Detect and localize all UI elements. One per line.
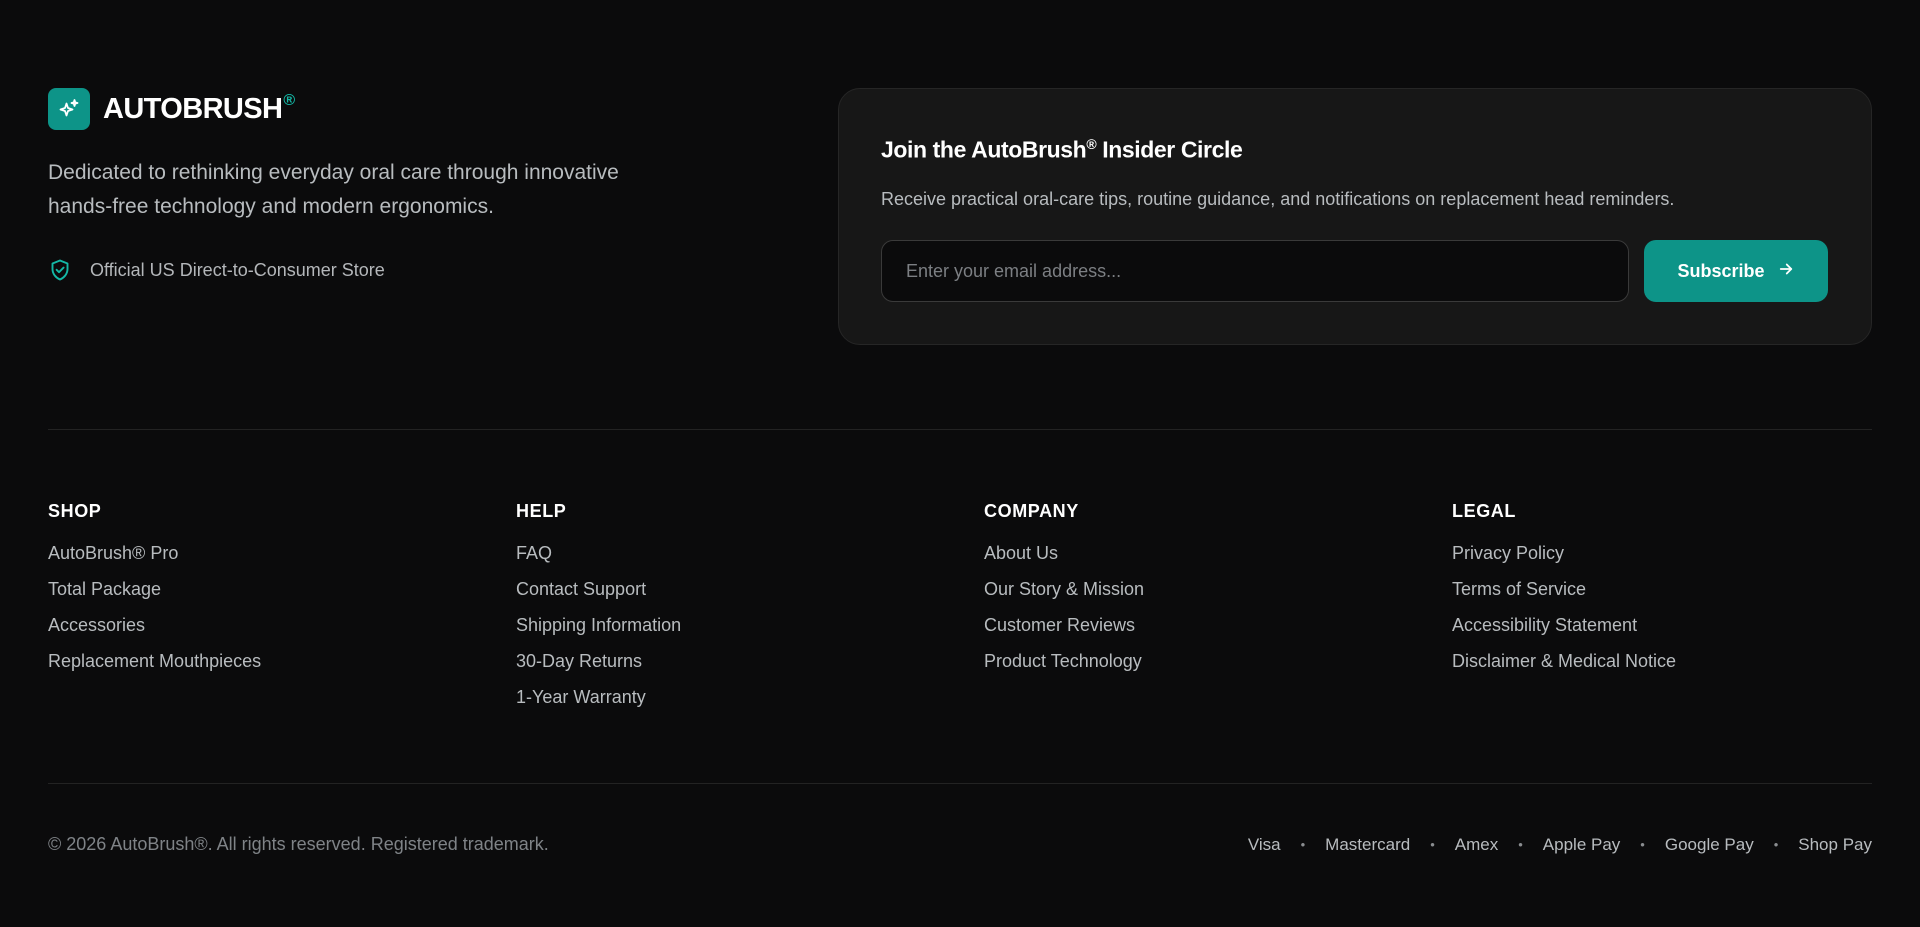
brand-reg-mark: ® bbox=[283, 91, 295, 109]
brand-name: AUTOBRUSH® bbox=[103, 91, 295, 125]
link-our-story-mission[interactable]: Our Story & Mission bbox=[984, 579, 1144, 599]
brand-description: Dedicated to rethinking everyday oral ca… bbox=[48, 161, 619, 218]
link-1-year-warranty[interactable]: 1-Year Warranty bbox=[516, 687, 646, 707]
link-contact-support[interactable]: Contact Support bbox=[516, 579, 646, 599]
column-title: HELP bbox=[516, 501, 567, 521]
brand[interactable]: AUTOBRUSH® bbox=[48, 88, 295, 130]
payment-mastercard: Mastercard bbox=[1325, 834, 1411, 854]
footer-column-shop: SHOP AutoBrush® Pro Total Package Access… bbox=[48, 501, 516, 723]
subscribe-button[interactable]: Subscribe bbox=[1644, 240, 1828, 302]
link-privacy-policy[interactable]: Privacy Policy bbox=[1452, 543, 1564, 563]
sparkles-icon bbox=[48, 88, 90, 130]
copyright-text: © 2026 AutoBrush®. All rights reserved. … bbox=[48, 834, 549, 854]
column-title: COMPANY bbox=[984, 501, 1079, 521]
link-faq[interactable]: FAQ bbox=[516, 543, 552, 563]
link-product-technology[interactable]: Product Technology bbox=[984, 651, 1142, 671]
link-replacement-mouthpieces[interactable]: Replacement Mouthpieces bbox=[48, 651, 261, 671]
footer-divider bbox=[48, 429, 1872, 430]
footer-top: AUTOBRUSH® Dedicated to rethinking every… bbox=[48, 88, 1872, 345]
link-accessibility-statement[interactable]: Accessibility Statement bbox=[1452, 615, 1637, 635]
link-terms-of-service[interactable]: Terms of Service bbox=[1452, 579, 1586, 599]
footer-bottom-bar: © 2026 AutoBrush®. All rights reserved. … bbox=[48, 834, 1872, 855]
link-shipping-information[interactable]: Shipping Information bbox=[516, 615, 681, 635]
footer-nav: SHOP AutoBrush® Pro Total Package Access… bbox=[48, 501, 1872, 723]
separator-dot: • bbox=[1640, 837, 1645, 852]
subscribe-label: Subscribe bbox=[1677, 260, 1765, 281]
email-input[interactable] bbox=[881, 240, 1629, 302]
shield-check-icon bbox=[48, 258, 72, 282]
payment-apple-pay: Apple Pay bbox=[1542, 834, 1621, 854]
link-customer-reviews[interactable]: Customer Reviews bbox=[984, 615, 1135, 635]
site-footer: AUTOBRUSH® Dedicated to rethinking every… bbox=[0, 0, 1920, 927]
payment-methods: Visa • Mastercard • Amex • Apple Pay • G… bbox=[1248, 835, 1872, 855]
separator-dot: • bbox=[1773, 837, 1779, 852]
link-accessories[interactable]: Accessories bbox=[48, 615, 145, 635]
column-title: SHOP bbox=[48, 501, 102, 521]
link-about-us[interactable]: About Us bbox=[984, 543, 1058, 563]
footer-column-legal: LEGAL Privacy Policy Terms of Service Ac… bbox=[1452, 501, 1920, 723]
separator-dot: • bbox=[1300, 837, 1306, 852]
official-store-label: Official US Direct-to-Consumer Store bbox=[90, 259, 385, 280]
official-store-note: Official US Direct-to-Consumer Store bbox=[48, 258, 385, 282]
link-autobrush-pro[interactable]: AutoBrush® Pro bbox=[48, 543, 178, 563]
payment-shop-pay: Shop Pay bbox=[1798, 834, 1872, 854]
separator-dot: • bbox=[1430, 837, 1435, 852]
newsletter-card: Join the AutoBrush® Insider Circle Recei… bbox=[838, 88, 1872, 345]
column-title: LEGAL bbox=[1452, 501, 1516, 521]
payment-amex: Amex bbox=[1454, 834, 1499, 854]
separator-dot: • bbox=[1518, 837, 1523, 852]
link-30-day-returns[interactable]: 30-Day Returns bbox=[516, 651, 642, 671]
arrow-right-icon bbox=[1777, 260, 1795, 283]
link-total-package[interactable]: Total Package bbox=[48, 579, 161, 599]
payment-visa: Visa bbox=[1247, 834, 1281, 854]
newsletter-description: Receive practical oral-care tips, routin… bbox=[881, 189, 1675, 209]
link-disclaimer-medical-notice[interactable]: Disclaimer & Medical Notice bbox=[1452, 651, 1676, 671]
footer-divider bbox=[48, 783, 1872, 784]
payment-google-pay: Google Pay bbox=[1664, 834, 1754, 854]
footer-column-help: HELP FAQ Contact Support Shipping Inform… bbox=[516, 501, 984, 723]
newsletter-title: Join the AutoBrush® Insider Circle bbox=[881, 136, 1243, 163]
footer-column-company: COMPANY About Us Our Story & Mission Cus… bbox=[984, 501, 1452, 723]
